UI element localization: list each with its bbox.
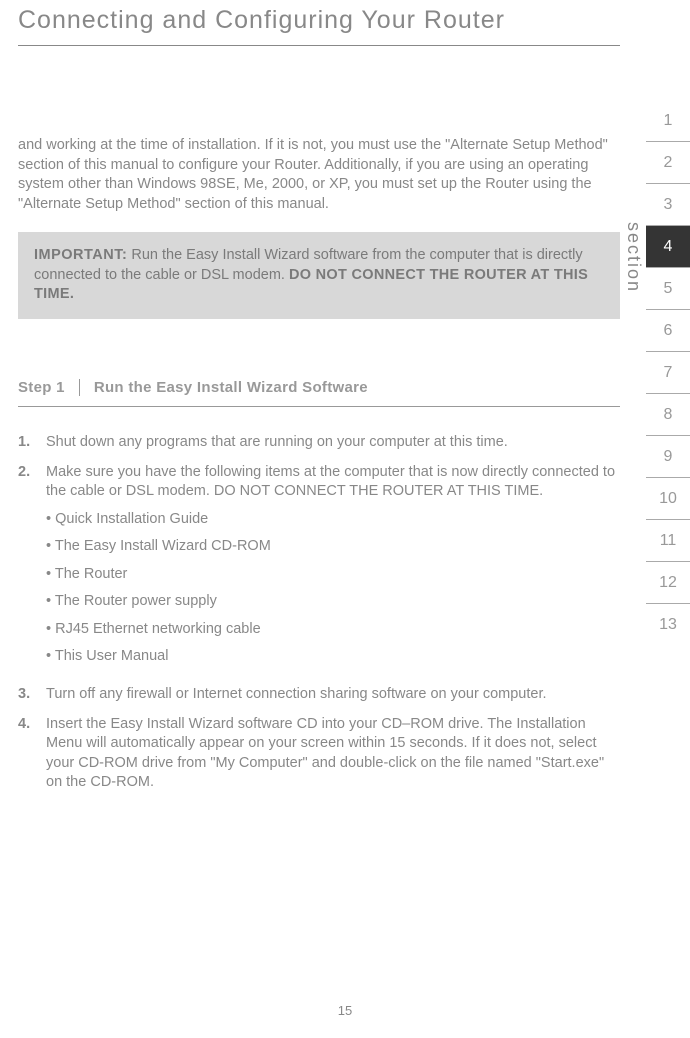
section-tab-7[interactable]: 7: [646, 352, 690, 394]
list-item: 1. Shut down any programs that are runni…: [18, 433, 620, 453]
section-tab-11[interactable]: 11: [646, 520, 690, 562]
step-number: 2.: [18, 463, 46, 676]
step-body: Shut down any programs that are running …: [46, 433, 620, 453]
section-tab-12[interactable]: 12: [646, 562, 690, 604]
list-item: 2. Make sure you have the following item…: [18, 463, 620, 676]
bullet-item: • The Router: [46, 565, 620, 585]
section-tab-8[interactable]: 8: [646, 394, 690, 436]
step-number: 3.: [18, 685, 46, 705]
bullet-item: • The Router power supply: [46, 592, 620, 612]
list-item: 3. Turn off any firewall or Internet con…: [18, 685, 620, 705]
intro-paragraph: and working at the time of installation.…: [18, 136, 620, 214]
step-label: Step 1: [18, 379, 80, 396]
bullet-list: • Quick Installation Guide • The Easy In…: [46, 510, 620, 667]
section-tab-10[interactable]: 10: [646, 478, 690, 520]
bullet-item: • The Easy Install Wizard CD-ROM: [46, 537, 620, 557]
list-item: 4. Insert the Easy Install Wizard softwa…: [18, 715, 620, 793]
section-label: section: [623, 222, 644, 293]
section-tab-5[interactable]: 5: [646, 268, 690, 310]
step-body: Insert the Easy Install Wizard software …: [46, 715, 620, 793]
bullet-item: • Quick Installation Guide: [46, 510, 620, 530]
step-text: Make sure you have the following items a…: [46, 464, 615, 500]
page-title: Connecting and Configuring Your Router: [18, 0, 620, 46]
step-title: Run the Easy Install Wizard Software: [80, 379, 368, 396]
important-callout: IMPORTANT: Run the Easy Install Wizard s…: [18, 232, 620, 319]
important-label: IMPORTANT:: [34, 247, 127, 263]
step-number: 1.: [18, 433, 46, 453]
step-body: Make sure you have the following items a…: [46, 463, 620, 676]
step-body: Turn off any firewall or Internet connec…: [46, 685, 620, 705]
page-number: 15: [0, 1003, 690, 1018]
section-tab-6[interactable]: 6: [646, 310, 690, 352]
step-number: 4.: [18, 715, 46, 793]
bullet-item: • This User Manual: [46, 647, 620, 667]
section-tab-1[interactable]: 1: [646, 100, 690, 142]
step-header: Step 1 Run the Easy Install Wizard Softw…: [18, 379, 620, 407]
bullet-item: • RJ45 Ethernet networking cable: [46, 620, 620, 640]
steps-list: 1. Shut down any programs that are runni…: [18, 433, 620, 793]
section-tab-2[interactable]: 2: [646, 142, 690, 184]
section-tab-4[interactable]: 4: [646, 226, 690, 268]
section-tab-3[interactable]: 3: [646, 184, 690, 226]
section-tab-9[interactable]: 9: [646, 436, 690, 478]
section-tab-13[interactable]: 13: [646, 604, 690, 646]
section-tabs: 1 2 3 4 5 6 7 8 9 10 11 12 13: [646, 100, 690, 646]
